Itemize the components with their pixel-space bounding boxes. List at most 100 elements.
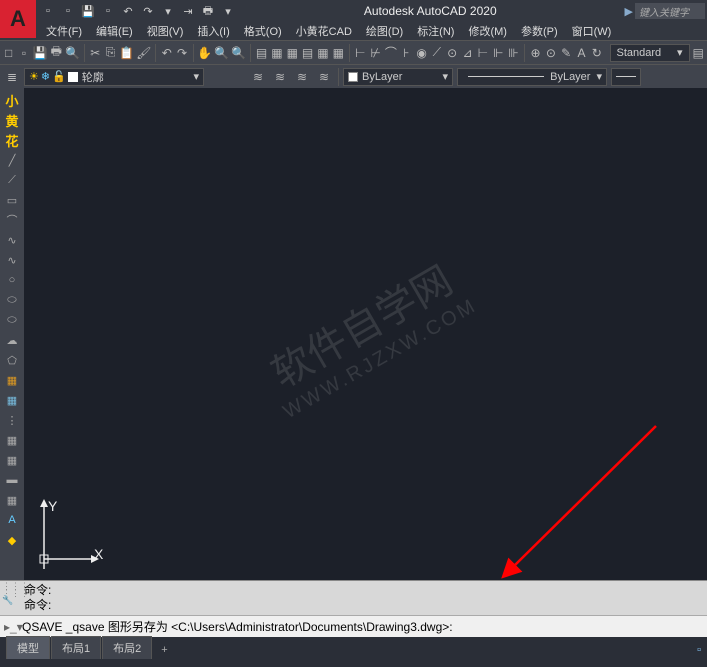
menu-draw[interactable]: 绘图(D) <box>360 23 409 39</box>
play-icon[interactable]: ▶ <box>625 5 633 18</box>
tool-pan-icon[interactable]: ✋ <box>197 43 212 63</box>
dim-aligned-icon[interactable]: ⊬ <box>369 43 382 63</box>
tool-dc-icon[interactable]: ▦ <box>270 43 283 63</box>
layer-match-icon[interactable]: ≋ <box>314 67 334 87</box>
menu-modify[interactable]: 修改(M) <box>462 23 513 39</box>
dim-style-icon[interactable]: ▤ <box>692 43 705 63</box>
dim-ord-icon[interactable]: ⊦ <box>400 43 413 63</box>
dim-ang-icon[interactable]: ⊿ <box>461 43 474 63</box>
tool-paste-icon[interactable]: 📋 <box>119 43 134 63</box>
dim-base-icon[interactable]: ⊩ <box>492 43 505 63</box>
tool-extra-icon[interactable]: ◆ <box>2 531 22 549</box>
dim-radius-icon[interactable]: ◉ <box>415 43 428 63</box>
tool-point-icon[interactable]: ⋮ <box>2 411 22 429</box>
tool-sheetset-icon[interactable]: ▤ <box>301 43 314 63</box>
tool-region-icon[interactable]: ▬ <box>2 471 22 489</box>
lineweight-dropdown[interactable] <box>611 68 641 86</box>
dim-style-dropdown[interactable]: Standard ▾ <box>610 44 690 62</box>
menu-window[interactable]: 窗口(W) <box>566 23 618 39</box>
tool-gradient-icon[interactable]: ▦ <box>2 451 22 469</box>
open-icon[interactable]: ▫ <box>60 3 76 19</box>
dim-quick-icon[interactable]: ⊢ <box>476 43 489 63</box>
tool-ellipse-icon[interactable]: ⬭ <box>2 291 22 309</box>
command-icon[interactable]: ▸_▾ <box>4 620 22 634</box>
tool-markup-icon[interactable]: ▦ <box>316 43 329 63</box>
new-icon[interactable]: ▫ <box>40 3 56 19</box>
tool-cut-icon[interactable]: ✂ <box>89 43 102 63</box>
tool-ellipse-arc-icon[interactable]: ⬭ <box>2 311 22 329</box>
dim-center-icon[interactable]: ⊙ <box>544 43 557 63</box>
chevron-down-icon[interactable]: ▾ <box>220 3 236 19</box>
dim-tol-icon[interactable]: ⊕ <box>529 43 542 63</box>
dim-edit-icon[interactable]: ✎ <box>560 43 573 63</box>
tool-palette-icon[interactable]: ▦ <box>286 43 299 63</box>
saveas-icon[interactable]: ▫ <box>100 3 116 19</box>
menu-insert[interactable]: 插入(I) <box>191 23 235 39</box>
layer-prev-icon[interactable]: ≋ <box>292 67 312 87</box>
drawing-canvas[interactable]: 软件自学网 WWW.RJZXW.COM Y X <box>24 88 707 580</box>
undo-icon[interactable]: ↶ <box>120 3 136 19</box>
xhh-vertical-1[interactable]: 小 <box>2 91 22 109</box>
dim-cont-icon[interactable]: ⊪ <box>507 43 520 63</box>
tool-open-icon[interactable]: ▫ <box>17 43 30 63</box>
tool-match-icon[interactable]: 🖌 <box>136 43 151 63</box>
tool-line-icon[interactable]: ╱ <box>2 151 22 169</box>
tab-add[interactable]: + <box>153 641 175 659</box>
tool-rect-icon[interactable]: ▭ <box>2 191 22 209</box>
tool-spline2-icon[interactable]: ∿ <box>2 251 22 269</box>
tool-mtext-icon[interactable]: A <box>2 511 22 529</box>
command-history[interactable]: ⋮⋮⋮⋮⋮⋮🔧 命令: 命令: <box>0 580 707 615</box>
share-icon[interactable]: ⇥ <box>180 3 196 19</box>
app-logo[interactable]: A <box>0 0 36 38</box>
tool-undo-icon[interactable]: ↶ <box>160 43 173 63</box>
menu-format[interactable]: 格式(O) <box>238 23 288 39</box>
tool-spline-icon[interactable]: ∿ <box>2 231 22 249</box>
tool-circle-icon[interactable]: ○ <box>2 271 22 289</box>
menu-xhh[interactable]: 小黄花CAD <box>290 23 358 39</box>
tool-table-icon[interactable]: ▦ <box>2 491 22 509</box>
tool-polygon-icon[interactable]: ⬠ <box>2 351 22 369</box>
tool-hatch-icon[interactable]: ▦ <box>2 431 22 449</box>
dim-arc-icon[interactable]: ⌒ <box>384 43 397 63</box>
search-input[interactable]: 键入关键字 <box>635 3 705 19</box>
save-icon[interactable]: 💾 <box>80 3 96 19</box>
tool-revcloud-icon[interactable]: ☁ <box>2 331 22 349</box>
redo-icon[interactable]: ↷ <box>140 3 156 19</box>
xhh-vertical-2[interactable]: 黄 <box>2 111 22 129</box>
tool-arc-icon[interactable]: ⌒ <box>2 211 22 229</box>
dim-dia-icon[interactable]: ⊙ <box>446 43 459 63</box>
chevron-down-icon[interactable]: ▾ <box>160 3 176 19</box>
tool-polyline-icon[interactable]: ⟋ <box>2 171 22 189</box>
tool-save-icon[interactable]: 💾 <box>33 43 48 63</box>
grip-icon[interactable]: ⋮⋮⋮⋮⋮⋮🔧 <box>2 583 29 604</box>
menu-param[interactable]: 参数(P) <box>515 23 564 39</box>
tool-print-icon[interactable]: 🖶 <box>50 43 63 63</box>
dim-tedit-icon[interactable]: A <box>575 43 588 63</box>
layer-prop-icon[interactable]: ≣ <box>2 67 22 87</box>
menu-view[interactable]: 视图(V) <box>141 23 190 39</box>
layer-dropdown[interactable]: ☀ ❄ 🔓 轮廓 ▾ <box>24 68 204 86</box>
tool-redo-icon[interactable]: ↷ <box>175 43 188 63</box>
layer-state-icon[interactable]: ≋ <box>248 67 268 87</box>
tab-layout1[interactable]: 布局1 <box>51 636 101 659</box>
tool-preview-icon[interactable]: 🔍 <box>65 43 80 63</box>
dim-linear-icon[interactable]: ⊢ <box>354 43 367 63</box>
tab-layout2[interactable]: 布局2 <box>102 636 152 659</box>
xhh-vertical-3[interactable]: 花 <box>2 131 22 149</box>
tool-zoom2-icon[interactable]: 🔍 <box>231 43 246 63</box>
status-icon[interactable]: ▫ <box>691 641 707 659</box>
tool-zoom-icon[interactable]: 🔍 <box>214 43 229 63</box>
color-dropdown[interactable]: ByLayer ▾ <box>343 68 453 86</box>
layer-iso-icon[interactable]: ≋ <box>270 67 290 87</box>
print-icon[interactable]: 🖶 <box>200 3 216 19</box>
tool-new-icon[interactable]: □ <box>2 43 15 63</box>
tool-copy-icon[interactable]: ⎘ <box>104 43 117 63</box>
dim-update-icon[interactable]: ↻ <box>590 43 603 63</box>
tool-calc-icon[interactable]: ▦ <box>332 43 345 63</box>
linetype-dropdown[interactable]: ByLayer ▾ <box>457 68 607 86</box>
tool-block-icon[interactable]: ▦ <box>2 371 22 389</box>
menu-file[interactable]: 文件(F) <box>40 23 88 39</box>
tab-model[interactable]: 模型 <box>6 636 50 659</box>
menu-edit[interactable]: 编辑(E) <box>90 23 139 39</box>
tool-prop-icon[interactable]: ▤ <box>255 43 268 63</box>
